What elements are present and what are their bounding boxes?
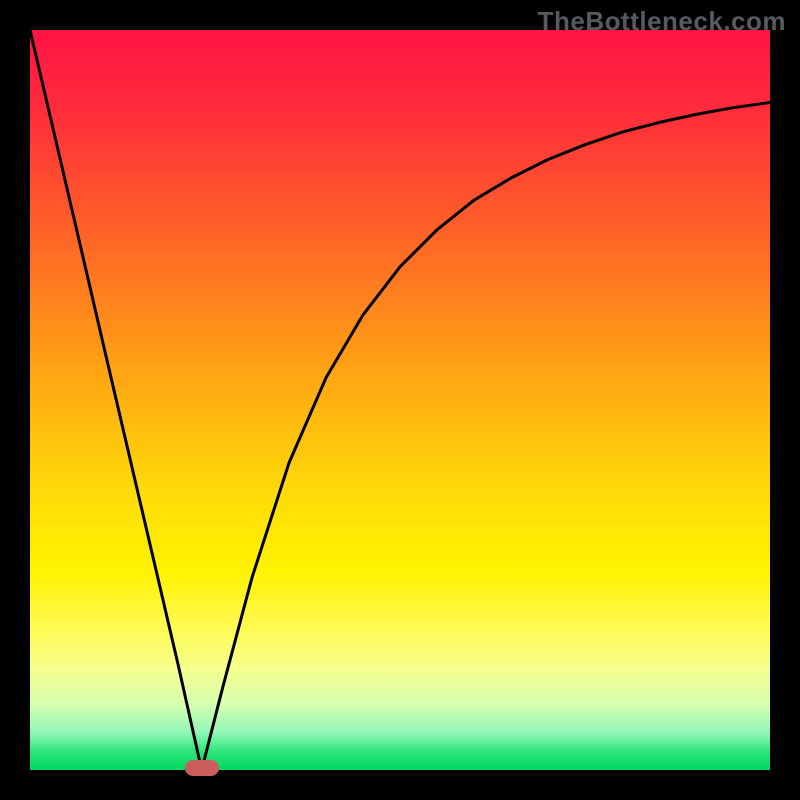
minimum-marker (185, 760, 219, 776)
bottleneck-curve (30, 30, 770, 770)
chart-container: TheBottleneck.com (0, 0, 800, 800)
watermark-text: TheBottleneck.com (538, 6, 786, 37)
plot-area (30, 30, 770, 770)
